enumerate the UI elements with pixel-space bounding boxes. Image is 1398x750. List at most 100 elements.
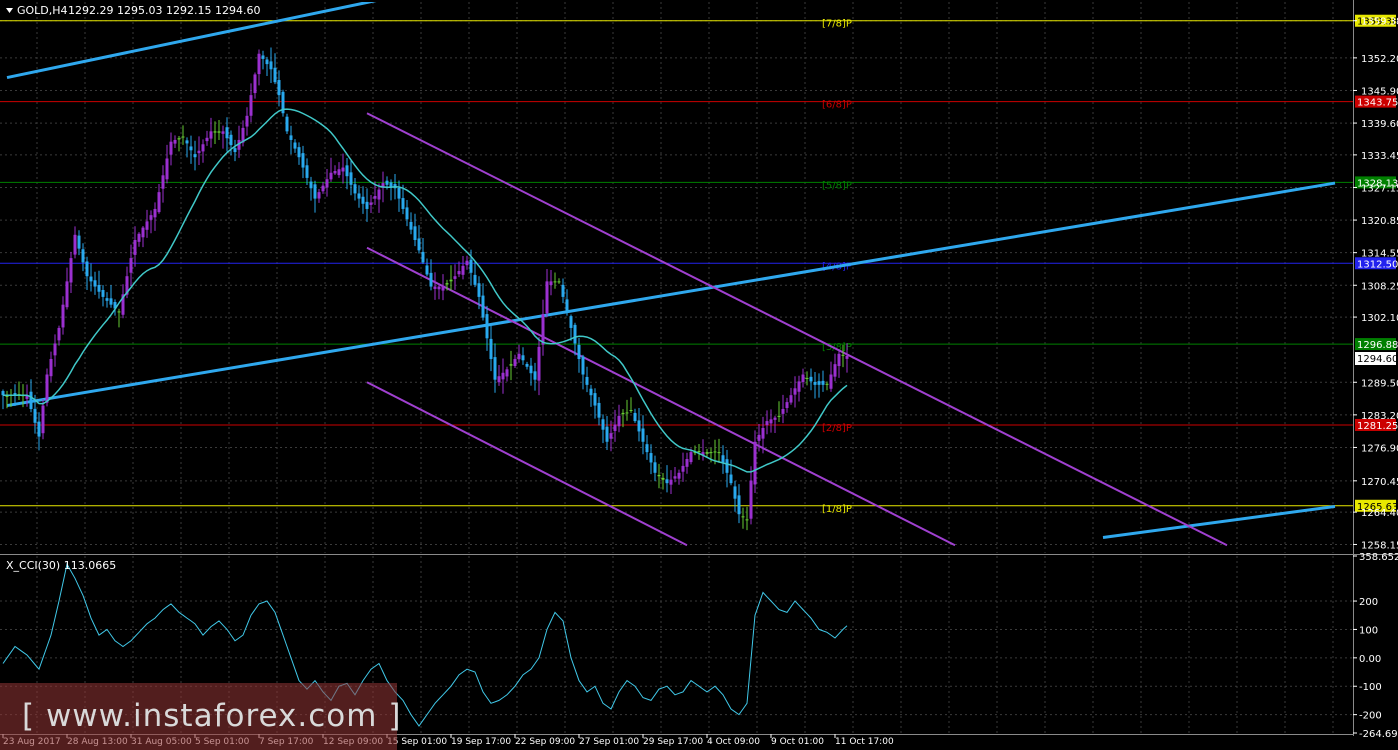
candle-body [797,381,801,392]
price-tick-label: 1276.90 [1361,443,1398,454]
candle-body [821,380,825,385]
candle-body [473,274,477,285]
candle-body [557,281,561,283]
candle-body [261,55,265,59]
candle-body [493,357,497,380]
candle-body [537,346,541,381]
candle-body [829,374,833,389]
candle-body [725,459,729,473]
murrey-math-levels: [7/8]P1359.38[6/8]P1343.75[5/8]P1328.13[… [0,14,1398,515]
candle-body [369,202,373,205]
candle-body [593,393,597,406]
candle-body [801,374,805,383]
candle-body [637,420,641,432]
candle-body [305,165,309,178]
candle-body [269,61,273,70]
candle-body [605,426,609,442]
candle-body [189,146,193,151]
candle-body [181,136,185,138]
candle-body [293,142,297,149]
candle-body [681,465,685,472]
candle-body [697,451,701,453]
candle-body [825,383,829,385]
candle-body [517,353,521,360]
candle-body [485,314,489,339]
candle-body [161,175,165,189]
candle-body [709,452,713,454]
candle-body [137,233,141,242]
price-tick-label: 1289.50 [1361,378,1398,389]
candle-body [781,408,785,414]
candle-body [309,181,313,189]
candle-body [813,381,817,385]
candle-body [601,419,605,430]
cci-tick-label: -264.6909 [1359,729,1398,740]
candle-body [657,474,661,477]
cci-tick-label: 358.6528 [1359,552,1398,563]
candle-body [81,249,85,263]
candle-body [785,402,789,408]
candle-body [149,215,153,220]
candle-body [445,283,449,285]
candle-body [577,344,581,359]
trend-line [6,181,1336,408]
candle-body [341,167,345,172]
candle-body [329,172,333,180]
current-price-value: 1294.60 [1357,354,1398,365]
candle-body [165,158,169,180]
candle-body [625,412,629,414]
price-tick-label: 1345.90 [1361,86,1398,97]
candle-body [741,516,745,518]
candle-body [209,131,213,139]
cci-tick-label: -200 [1359,711,1382,722]
trading-chart[interactable]: [7/8]P1359.38[6/8]P1343.75[5/8]P1328.13[… [0,0,1398,750]
candle-body [289,135,293,140]
candle-body [69,258,73,283]
candle-body [157,192,161,213]
candle-body [361,196,365,204]
candle-body [357,193,361,199]
candle-body [677,472,681,479]
price-tick-label: 1314.55 [1361,249,1398,260]
murrey-level-label: [1/8]P [822,504,852,515]
murrey-price-tag-text: 1296.88 [1357,340,1398,351]
candle-body [509,364,513,366]
trend-line [1102,504,1336,539]
candle-body [585,376,589,385]
candle-body [61,304,65,328]
candle-body [141,227,145,238]
candle-body [325,179,329,188]
candle-body [389,182,393,187]
candle-body [57,327,61,341]
candle-body [521,355,525,361]
candle-body [433,286,437,289]
candle-body [609,433,613,439]
candle-body [721,455,725,463]
price-tick-label: 1320.85 [1361,216,1398,227]
candle-body [477,283,481,297]
price-tick-label: 1352.20 [1361,54,1398,65]
candle-body [549,281,553,285]
chart-menu-arrow-icon[interactable] [6,8,13,13]
trend-lines[interactable] [6,0,1336,539]
candle-body [581,356,585,375]
candle-body [177,138,181,140]
time-tick-label: 29 Sep 17:00 [643,737,703,747]
candle-body [661,477,665,480]
candle-body [613,424,617,431]
candle-body [685,459,689,467]
candle-body [89,276,93,282]
candle-body [729,474,733,484]
candle-body [277,80,281,96]
channel-line [366,381,688,547]
candle-body [597,402,601,418]
candle-body [441,286,445,291]
candle-body [761,427,765,439]
time-tick-label: 27 Sep 01:00 [579,737,639,747]
candle-body [257,53,261,75]
price-grid [0,0,1398,736]
candle-body [97,284,101,292]
candle-body [449,279,453,282]
candle-body [805,377,809,379]
candle-body [93,280,97,287]
